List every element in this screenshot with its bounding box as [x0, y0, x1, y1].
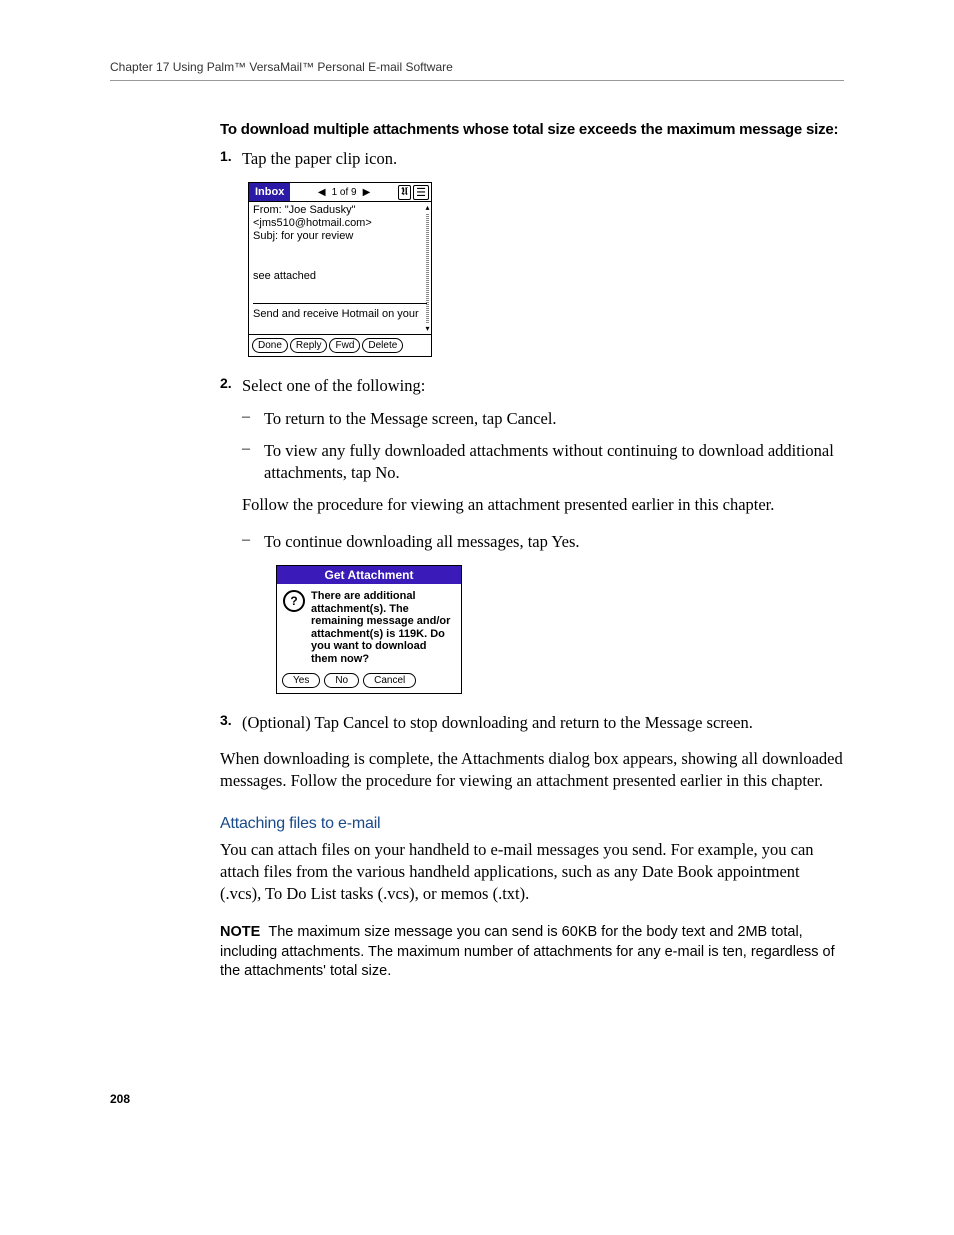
note-block: NOTE The maximum size message you can se… — [220, 923, 844, 982]
email-line: <jms510@hotmail.com> — [253, 217, 427, 230]
step-number: 2. — [220, 375, 242, 397]
dash-icon: – — [242, 408, 264, 430]
screenshot-inbox: Inbox ◀ 1 of 9 ▶ 𝖀 ☰ From: "Joe Sadusky"… — [248, 182, 432, 357]
delete-button[interactable]: Delete — [362, 338, 403, 353]
attach-paragraph: You can attach files on your handheld to… — [220, 839, 844, 906]
dialog-body: ? There are additional attachment(s). Th… — [277, 584, 461, 670]
dialog-button-row: Yes No Cancel — [277, 670, 461, 693]
scroll-up-icon[interactable]: ▴ — [425, 203, 429, 212]
note-label: NOTE — [220, 924, 260, 940]
message-body: see attached — [253, 270, 427, 283]
fwd-button[interactable]: Fwd — [329, 338, 360, 353]
scroll-down-icon[interactable]: ▾ — [425, 324, 429, 333]
yes-button[interactable]: Yes — [282, 673, 320, 688]
inbox-titlebar: Inbox ◀ 1 of 9 ▶ 𝖀 ☰ — [249, 183, 431, 201]
message-counter: 1 of 9 — [332, 187, 357, 198]
step-1: 1. Tap the paper clip icon. — [220, 148, 844, 170]
inbox-body: From: "Joe Sadusky" <jms510@hotmail.com>… — [249, 201, 431, 334]
scrollbar[interactable]: ▴ ▾ — [424, 202, 431, 334]
cancel-button[interactable]: Cancel — [363, 673, 416, 688]
completion-paragraph: When downloading is complete, the Attach… — [220, 748, 844, 793]
content-area: To download multiple attachments whose t… — [220, 121, 844, 982]
sub-bullet: – To continue downloading all messages, … — [242, 531, 844, 553]
step-number: 1. — [220, 148, 242, 170]
sub-text: To return to the Message screen, tap Can… — [264, 408, 557, 430]
question-icon: ? — [283, 590, 305, 612]
note-body: The maximum size message you can send is… — [220, 924, 835, 979]
no-button[interactable]: No — [324, 673, 359, 688]
step-text: Tap the paper clip icon. — [242, 148, 397, 170]
inbox-nav: ◀ 1 of 9 ▶ — [290, 187, 397, 198]
step-text: (Optional) Tap Cancel to stop downloadin… — [242, 712, 753, 734]
next-arrow-icon[interactable]: ▶ — [363, 187, 371, 198]
menu-icon[interactable]: ☰ — [413, 185, 429, 200]
scroll-track[interactable] — [426, 213, 429, 323]
screenshot-dialog: Get Attachment ? There are additional at… — [276, 565, 462, 694]
sub-text: To continue downloading all messages, ta… — [264, 531, 580, 553]
from-line: From: "Joe Sadusky" — [253, 204, 427, 217]
inbox-button-row: Done Reply Fwd Delete — [249, 334, 431, 356]
section-heading: To download multiple attachments whose t… — [220, 121, 844, 138]
sub-text: To view any fully downloaded attachments… — [264, 440, 844, 485]
step-3: 3. (Optional) Tap Cancel to stop downloa… — [220, 712, 844, 734]
subject-line: Subj: for your review — [253, 230, 427, 243]
running-header: Chapter 17 Using Palm™ VersaMail™ Person… — [110, 60, 844, 81]
reply-button[interactable]: Reply — [290, 338, 328, 353]
inbox-toolbar-icons: 𝖀 ☰ — [398, 185, 431, 200]
footer-line: Send and receive Hotmail on your — [253, 308, 427, 321]
sub-bullet: – To view any fully downloaded attachmen… — [242, 440, 844, 485]
dash-icon: – — [242, 440, 264, 485]
page: Chapter 17 Using Palm™ VersaMail™ Person… — [0, 0, 954, 1166]
page-number: 208 — [110, 1092, 844, 1106]
dialog-message: There are additional attachment(s). The … — [311, 590, 455, 666]
dash-icon: – — [242, 531, 264, 553]
subheading-attaching: Attaching files to e-mail — [220, 815, 844, 833]
prev-arrow-icon[interactable]: ◀ — [318, 187, 326, 198]
step-text: Select one of the following: — [242, 375, 425, 397]
dialog-title: Get Attachment — [277, 566, 461, 584]
inbox-label: Inbox — [249, 183, 290, 201]
done-button[interactable]: Done — [252, 338, 288, 353]
step-number: 3. — [220, 712, 242, 734]
follow-paragraph: Follow the procedure for viewing an atta… — [242, 494, 844, 516]
sub-bullet: – To return to the Message screen, tap C… — [242, 408, 844, 430]
paperclip-icon[interactable]: 𝖀 — [398, 185, 411, 200]
step-2: 2. Select one of the following: — [220, 375, 844, 397]
